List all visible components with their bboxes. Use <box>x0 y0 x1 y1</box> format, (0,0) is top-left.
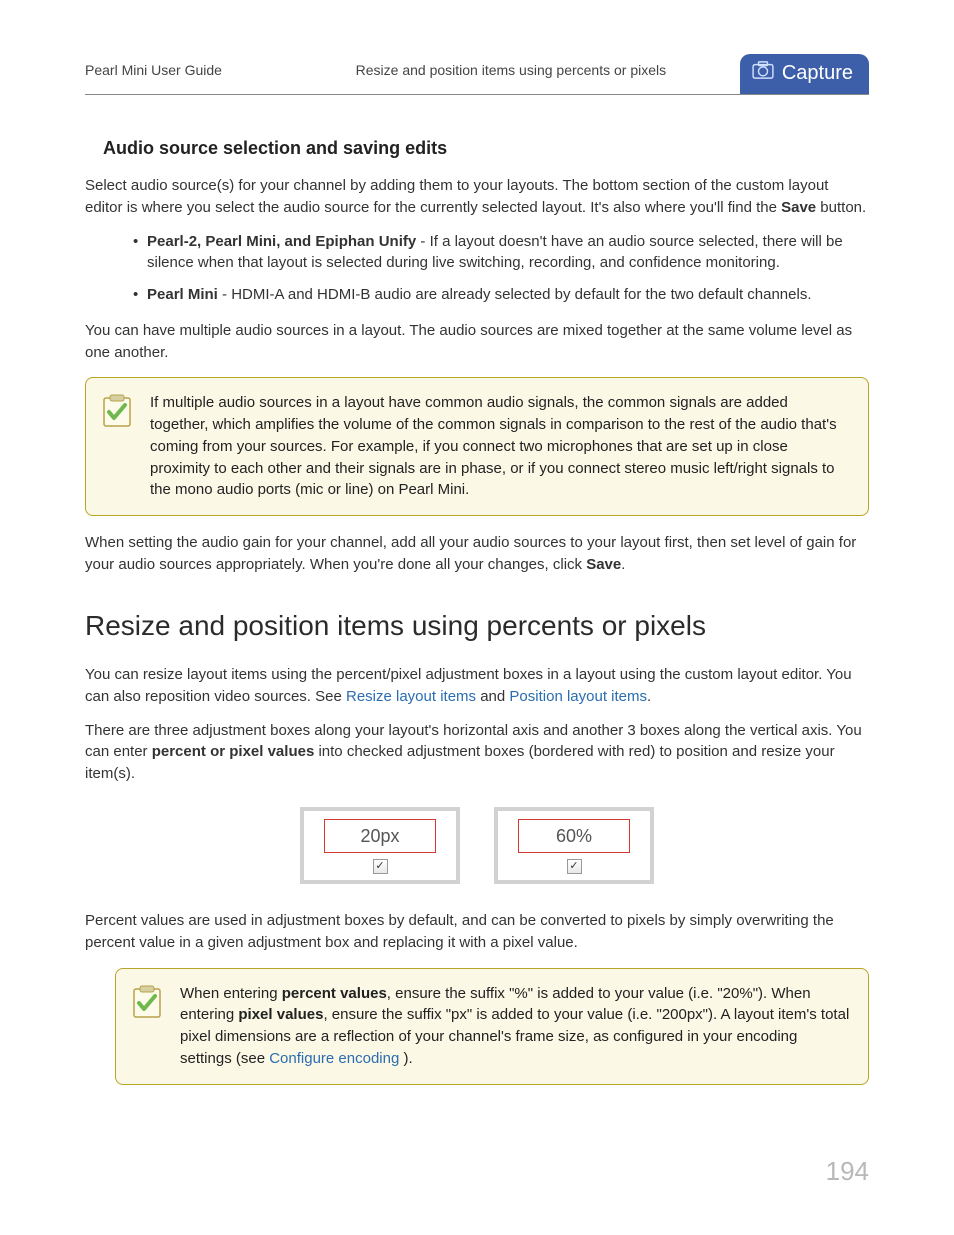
body-paragraph: There are three adjustment boxes along y… <box>85 720 869 785</box>
link-position-layout-items[interactable]: Position layout items <box>509 688 647 705</box>
body-paragraph: When setting the audio gain for your cha… <box>85 532 869 576</box>
adjustment-input[interactable]: 60% <box>518 819 630 853</box>
save-bold: Save <box>781 199 816 216</box>
bullet-list: Pearl-2, Pearl Mini, and Epiphan Unify -… <box>133 231 869 306</box>
page-number: 194 <box>826 1153 869 1191</box>
clipboard-check-icon <box>100 394 134 428</box>
page-header: Pearl Mini User Guide Resize and positio… <box>85 50 869 95</box>
adjustment-checkbox[interactable]: ✓ <box>373 859 388 874</box>
clipboard-check-icon <box>130 985 164 1019</box>
body-paragraph: Percent values are used in adjustment bo… <box>85 910 869 954</box>
body-paragraph: You can have multiple audio sources in a… <box>85 320 869 364</box>
list-item: Pearl Mini - HDMI-A and HDMI-B audio are… <box>133 284 869 306</box>
capture-badge: Capture <box>740 54 869 94</box>
camera-icon <box>752 59 774 88</box>
note-callout: If multiple audio sources in a layout ha… <box>85 377 869 516</box>
adjustment-input[interactable]: 20px <box>324 819 436 853</box>
subsection-heading: Audio source selection and saving edits <box>103 135 869 161</box>
header-section-title: Resize and position items using percents… <box>222 60 740 80</box>
capture-badge-label: Capture <box>782 59 853 88</box>
note-callout: When entering percent values, ensure the… <box>115 968 869 1085</box>
adjustment-box-examples: 20px ✓ 60% ✓ <box>85 807 869 884</box>
link-resize-layout-items[interactable]: Resize layout items <box>346 688 476 705</box>
header-guide-title: Pearl Mini User Guide <box>85 60 222 80</box>
adjustment-box-pixel: 20px ✓ <box>300 807 460 884</box>
adjustment-checkbox[interactable]: ✓ <box>567 859 582 874</box>
note-text: When entering percent values, ensure the… <box>180 983 850 1070</box>
list-item: Pearl-2, Pearl Mini, and Epiphan Unify -… <box>133 231 869 275</box>
adjustment-box-percent: 60% ✓ <box>494 807 654 884</box>
link-configure-encoding[interactable]: Configure encoding <box>269 1050 399 1067</box>
section-heading: Resize and position items using percents… <box>85 606 869 647</box>
note-text: If multiple audio sources in a layout ha… <box>150 392 850 501</box>
body-paragraph: You can resize layout items using the pe… <box>85 664 869 708</box>
intro-paragraph: Select audio source(s) for your channel … <box>85 175 869 219</box>
